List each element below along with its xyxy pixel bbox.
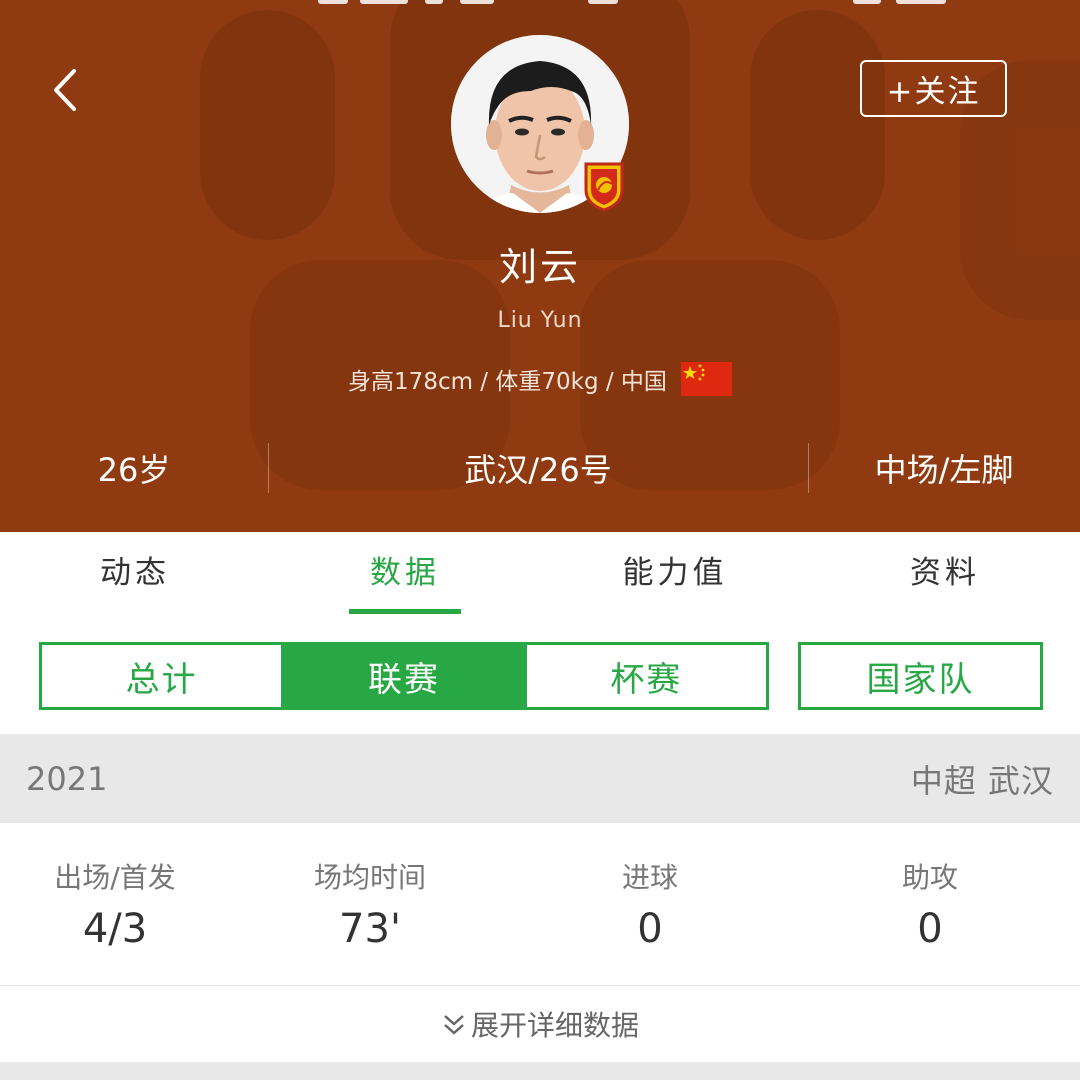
double-chevron-down-icon [444, 1015, 464, 1035]
back-button[interactable] [40, 62, 90, 118]
stat-appearances: 出场/首发 4/3 [0, 823, 230, 985]
stat-value: 0 [637, 906, 663, 952]
signal-icon [360, 0, 408, 4]
player-position-foot: 中场/左脚 [874, 451, 1014, 489]
tab-bar: 动态 数据 能力值 资料 [0, 532, 1080, 614]
team-badge-icon [584, 162, 624, 212]
tab-label: 动态 [100, 554, 170, 591]
stat-value: 0 [917, 906, 943, 952]
national-team-button[interactable]: 国家队 [798, 642, 1043, 710]
stat-label: 进球 [621, 861, 678, 894]
season-header: 2021 中超 武汉 [0, 734, 1080, 823]
follow-button[interactable]: +关注 [860, 60, 1007, 117]
player-summary: 26岁 武汉/26号 中场/左脚 [0, 443, 1080, 493]
stat-goals: 进球 0 [510, 823, 790, 985]
season-stats: 出场/首发 4/3 场均时间 73' 进球 0 助攻 0 [0, 823, 1080, 985]
stat-value: 73' [339, 906, 401, 952]
competition-segment: 总计 联赛 杯赛 [39, 642, 769, 710]
divider [268, 443, 269, 493]
tab-label: 资料 [910, 554, 980, 591]
player-name-english: Liu Yun [497, 308, 583, 333]
tab-label: 能力值 [622, 554, 728, 591]
player-name: 刘云 [498, 245, 581, 289]
player-team-number: 武汉/26号 [464, 451, 612, 489]
competition-filter: 总计 联赛 杯赛 国家队 [0, 614, 1080, 734]
status-icon [318, 0, 348, 4]
segment-cup[interactable]: 杯赛 [523, 645, 766, 707]
season-year: 2021 [26, 759, 108, 798]
tab-ability[interactable]: 能力值 [540, 532, 810, 614]
status-icon [425, 0, 443, 4]
status-bar [0, 0, 1080, 6]
tab-data[interactable]: 数据 [270, 532, 540, 614]
tab-label: 数据 [370, 554, 440, 591]
player-header: +关注 刘云 Liu Yun 身高178cm / 体重70kg / 中国 26岁… [0, 0, 1080, 532]
segment-total[interactable]: 总计 [42, 645, 281, 707]
status-icon [460, 0, 494, 4]
divider [808, 443, 809, 493]
bottom-divider [0, 1062, 1080, 1080]
bg-pattern [200, 10, 335, 240]
wifi-icon [853, 0, 881, 4]
battery-icon [896, 0, 946, 4]
stat-label: 助攻 [901, 861, 958, 894]
player-info-text: 身高178cm / 体重70kg / 中国 [348, 369, 667, 395]
stat-value: 4/3 [82, 906, 148, 952]
china-flag-icon [680, 362, 732, 396]
season-league-team: 中超 武汉 [910, 761, 1054, 800]
expand-details-button[interactable]: 展开详细数据 [0, 985, 1080, 1062]
tab-profile[interactable]: 资料 [810, 532, 1080, 614]
tab-feed[interactable]: 动态 [0, 532, 270, 614]
stat-label: 出场/首发 [54, 861, 176, 894]
player-info: 身高178cm / 体重70kg / 中国 [0, 362, 1080, 396]
expand-label: 展开详细数据 [470, 1009, 639, 1042]
stat-label: 场均时间 [313, 861, 426, 894]
segment-league[interactable]: 联赛 [281, 645, 524, 707]
stat-avg-minutes: 场均时间 73' [230, 823, 510, 985]
stat-assists: 助攻 0 [790, 823, 1070, 985]
chevron-left-icon [54, 69, 76, 111]
status-icon [588, 0, 618, 4]
player-age: 26岁 [97, 451, 171, 489]
bg-pattern [750, 10, 885, 240]
